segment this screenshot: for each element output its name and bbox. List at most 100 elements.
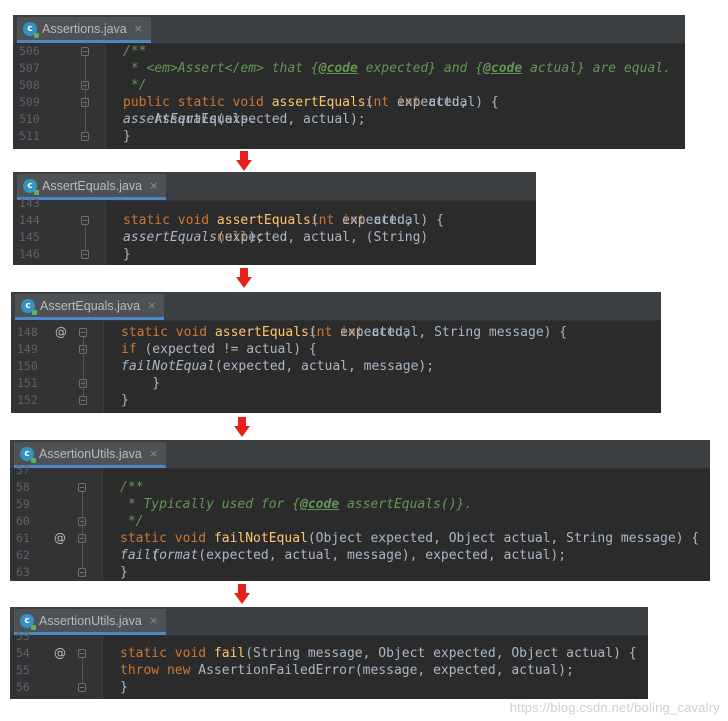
editor-panel-5: c AssertionUtils.java × 53 54 @ static void fa…	[10, 607, 648, 699]
fold-toggle-icon[interactable]	[79, 328, 87, 337]
code-line[interactable]: 63}	[10, 564, 710, 581]
code-line[interactable]: 151 }	[11, 375, 661, 392]
code-text: /**	[120, 479, 143, 496]
line-number: 143	[19, 196, 40, 210]
line-number: 57	[16, 463, 30, 477]
code-line[interactable]: 152}	[11, 392, 661, 409]
code-line[interactable]: 60 */	[10, 513, 710, 530]
code-line[interactable]: 146}	[13, 246, 536, 263]
line-number: 58	[16, 480, 30, 494]
code-token: (Object expected, Object actual, String …	[307, 531, 700, 546]
code-text: * <em>Assert</em> that {@code expected} …	[123, 60, 671, 77]
code-line[interactable]: 56}	[10, 679, 648, 696]
code-token: (	[310, 213, 319, 228]
file-tab[interactable]: c Assertions.java ×	[17, 17, 151, 43]
fold-toggle-icon[interactable]	[81, 47, 89, 56]
close-icon[interactable]: ×	[149, 179, 158, 192]
code-line[interactable]: 510 AssertEquals. assertEquals (expected, …	[13, 111, 685, 128]
code-token: }	[120, 680, 128, 695]
fold-guide	[85, 225, 86, 251]
line-number: 54	[16, 646, 30, 660]
code-token: (expected, actual);	[216, 112, 366, 127]
fold-toggle-icon[interactable]	[79, 396, 87, 405]
line-number: 59	[16, 497, 30, 511]
line-number: 511	[19, 129, 40, 143]
line-number: 508	[19, 78, 40, 92]
code-line[interactable]: 144 static void assertEquals(int expected…	[13, 212, 536, 229]
fold-toggle-icon[interactable]	[78, 568, 86, 577]
override-marker-icon[interactable]: @	[54, 530, 66, 547]
code-token: */	[123, 78, 147, 93]
code-line[interactable]: 507 * <em>Assert</em> that {@code expect…	[13, 60, 685, 77]
code-token: (expected, actual, message), expected, a…	[198, 548, 567, 563]
line-number: 151	[17, 376, 38, 390]
editor-panel-4: c AssertionUtils.java × 57 58/** 59 * Typical…	[10, 440, 710, 581]
file-tab[interactable]: c AssertEquals.java ×	[15, 294, 165, 320]
line-number: 507	[19, 61, 40, 75]
code-token: assertEquals()}.	[339, 497, 473, 512]
fold-toggle-icon[interactable]	[81, 216, 89, 225]
code-line[interactable]: 57	[10, 462, 710, 479]
code-token: }	[123, 129, 131, 144]
tab-label: AssertEquals.java	[42, 178, 143, 193]
java-class-icon: c	[21, 298, 37, 315]
line-number: 149	[17, 342, 38, 356]
close-icon[interactable]: ×	[149, 447, 158, 460]
code-token: AssertionFailedError(message, expected, …	[198, 663, 574, 678]
code-text: static void failNotEqual (Object expected…	[120, 530, 699, 547]
close-icon[interactable]: ×	[134, 22, 143, 35]
code-line[interactable]: 62 fail(format (expected, actual, message…	[10, 547, 710, 564]
fold-toggle-icon[interactable]	[81, 250, 89, 259]
code-text: public static void assertEquals(int expe…	[123, 94, 499, 111]
code-line[interactable]: 149 if (expected != actual) {	[11, 341, 661, 358]
code-line[interactable]: 53	[10, 628, 648, 645]
code-token: static void	[120, 646, 214, 661]
close-icon[interactable]: ×	[147, 299, 156, 312]
override-marker-icon[interactable]: @	[55, 324, 67, 341]
code-text: AssertEquals. assertEquals (expected, actu…	[123, 111, 366, 128]
code-line[interactable]: 509 public static void assertEquals(int e…	[13, 94, 685, 111]
code-line[interactable]: 54 @ static void fail (String message, Obje…	[10, 645, 648, 662]
line-number: 150	[17, 359, 38, 373]
code-line[interactable]: 55 throw new AssertionFailedError(messag…	[10, 662, 648, 679]
code-token: assertEquals	[216, 213, 311, 228]
code-token: actual) {	[428, 95, 499, 110]
code-line[interactable]: 506 /**	[13, 43, 685, 60]
fold-guide	[82, 658, 83, 684]
code-token: (String message, Object expected, Object…	[245, 646, 637, 661]
code-line[interactable]: 145 assertEquals (expected, actual, (Stri…	[13, 229, 536, 246]
tab-label: AssertEquals.java	[40, 298, 141, 313]
code-line[interactable]: 61 @ static void failNotEqual (Object expec…	[10, 530, 710, 547]
code-line[interactable]: 59 * Typically used for {@code assertEqu…	[10, 496, 710, 513]
code-token: public static void	[123, 95, 272, 110]
code-line[interactable]: 511}	[13, 128, 685, 145]
fold-toggle-icon[interactable]	[78, 483, 86, 492]
code-token: */	[120, 514, 144, 529]
close-icon[interactable]: ×	[149, 614, 158, 627]
code-token: /**	[120, 480, 144, 495]
override-marker-icon[interactable]: @	[54, 645, 66, 662]
fold-toggle-icon[interactable]	[78, 649, 86, 658]
down-arrow-icon	[236, 268, 252, 288]
java-class-icon: c	[23, 21, 39, 38]
line-number: 509	[19, 95, 40, 109]
code-line[interactable]: 143	[13, 195, 536, 212]
line-number: 63	[16, 565, 30, 579]
code-token: /**	[123, 44, 147, 59]
code-line[interactable]: 508 */	[13, 77, 685, 94]
code-text: */	[120, 513, 144, 530]
down-arrow-icon	[234, 417, 250, 437]
code-token: }	[121, 393, 129, 408]
line-number: 61	[16, 531, 30, 545]
code-line[interactable]: 148 @ static void assertEquals(int expecte…	[11, 324, 661, 341]
code-token: @code	[483, 61, 523, 76]
fold-toggle-icon[interactable]	[81, 132, 89, 141]
code-text: static void assertEquals(int expected, i…	[121, 324, 567, 341]
code-token: (expected != actual) {	[144, 342, 317, 357]
fold-toggle-icon[interactable]	[78, 683, 86, 692]
line-number: 144	[19, 213, 40, 227]
code-line[interactable]: 58 /**	[10, 479, 710, 496]
code-line[interactable]: 150 failNotEqual (expected, actual, messa…	[11, 358, 661, 375]
